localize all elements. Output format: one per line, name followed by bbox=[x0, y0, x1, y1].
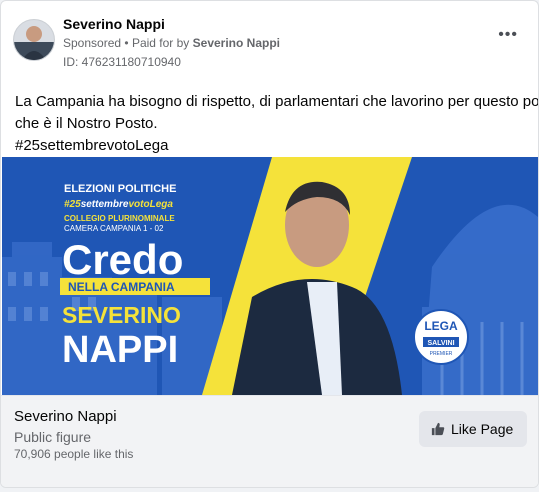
page-footer: Severino Nappi Public figure 70,906 peop… bbox=[1, 395, 538, 487]
banner-elezioni: ELEZIONI POLITICHE bbox=[64, 183, 176, 195]
banner-graphic: LEGA SALVINI PREMIER ELEZIONI POLITICHE … bbox=[2, 157, 538, 395]
banner-collegio: COLLEGIO PLURINOMINALE bbox=[64, 214, 175, 223]
sponsored-label: Sponsored bbox=[63, 36, 122, 50]
banner-credo: Credo bbox=[62, 236, 183, 283]
ad-id: ID: 476231180710940 bbox=[63, 55, 181, 69]
more-options-icon[interactable]: ••• bbox=[498, 26, 518, 44]
footer-category: Public figure bbox=[14, 429, 92, 445]
footer-likes: 70,906 people like this bbox=[14, 447, 134, 461]
ad-card: Severino Nappi Sponsored • Paid for by S… bbox=[0, 0, 539, 488]
banner-camera: CAMERA CAMPANIA 1 - 02 bbox=[64, 224, 164, 233]
sponsored-line: Sponsored • Paid for by Severino Nappi bbox=[63, 36, 280, 50]
footer-page-name[interactable]: Severino Nappi bbox=[14, 408, 117, 425]
post-text-line-2: che è il Nostro Posto. bbox=[15, 115, 158, 132]
post-hashtag[interactable]: #25settembrevotoLega bbox=[15, 135, 530, 157]
banner-hashtag-c: votoLega bbox=[129, 199, 174, 210]
banner-hashtag-b: settembre bbox=[81, 199, 129, 210]
paid-by-name: Severino Nappi bbox=[192, 36, 281, 50]
like-page-label: Like Page bbox=[451, 421, 514, 437]
banner-nella-campania: NELLA CAMPANIA bbox=[68, 280, 175, 294]
banner-hashtag: #25settembrevotoLega bbox=[64, 199, 173, 210]
post-text-line-1: La Campania ha bisogno di rispetto, di p… bbox=[15, 93, 539, 110]
banner-name-2: NAPPI bbox=[62, 329, 178, 371]
page-name[interactable]: Severino Nappi bbox=[63, 16, 165, 32]
post-text: La Campania ha bisogno di rispetto, di p… bbox=[15, 91, 539, 157]
logo-salvini-text: SALVINI bbox=[427, 340, 454, 347]
ad-banner-image[interactable]: LEGA SALVINI PREMIER ELEZIONI POLITICHE … bbox=[2, 157, 538, 395]
separator-dot: • bbox=[124, 36, 129, 50]
avatar-image bbox=[14, 20, 54, 60]
logo-premier-text: PREMIER bbox=[430, 351, 453, 357]
banner-hashtag-a: #25 bbox=[64, 199, 81, 210]
thumbs-up-icon bbox=[431, 422, 445, 439]
logo-lega-text: LEGA bbox=[424, 319, 458, 333]
page-avatar[interactable] bbox=[13, 19, 55, 61]
banner-name-1: SEVERINO bbox=[62, 302, 181, 328]
like-page-button[interactable]: Like Page bbox=[419, 411, 527, 447]
paid-for-label: Paid for by bbox=[131, 36, 190, 50]
